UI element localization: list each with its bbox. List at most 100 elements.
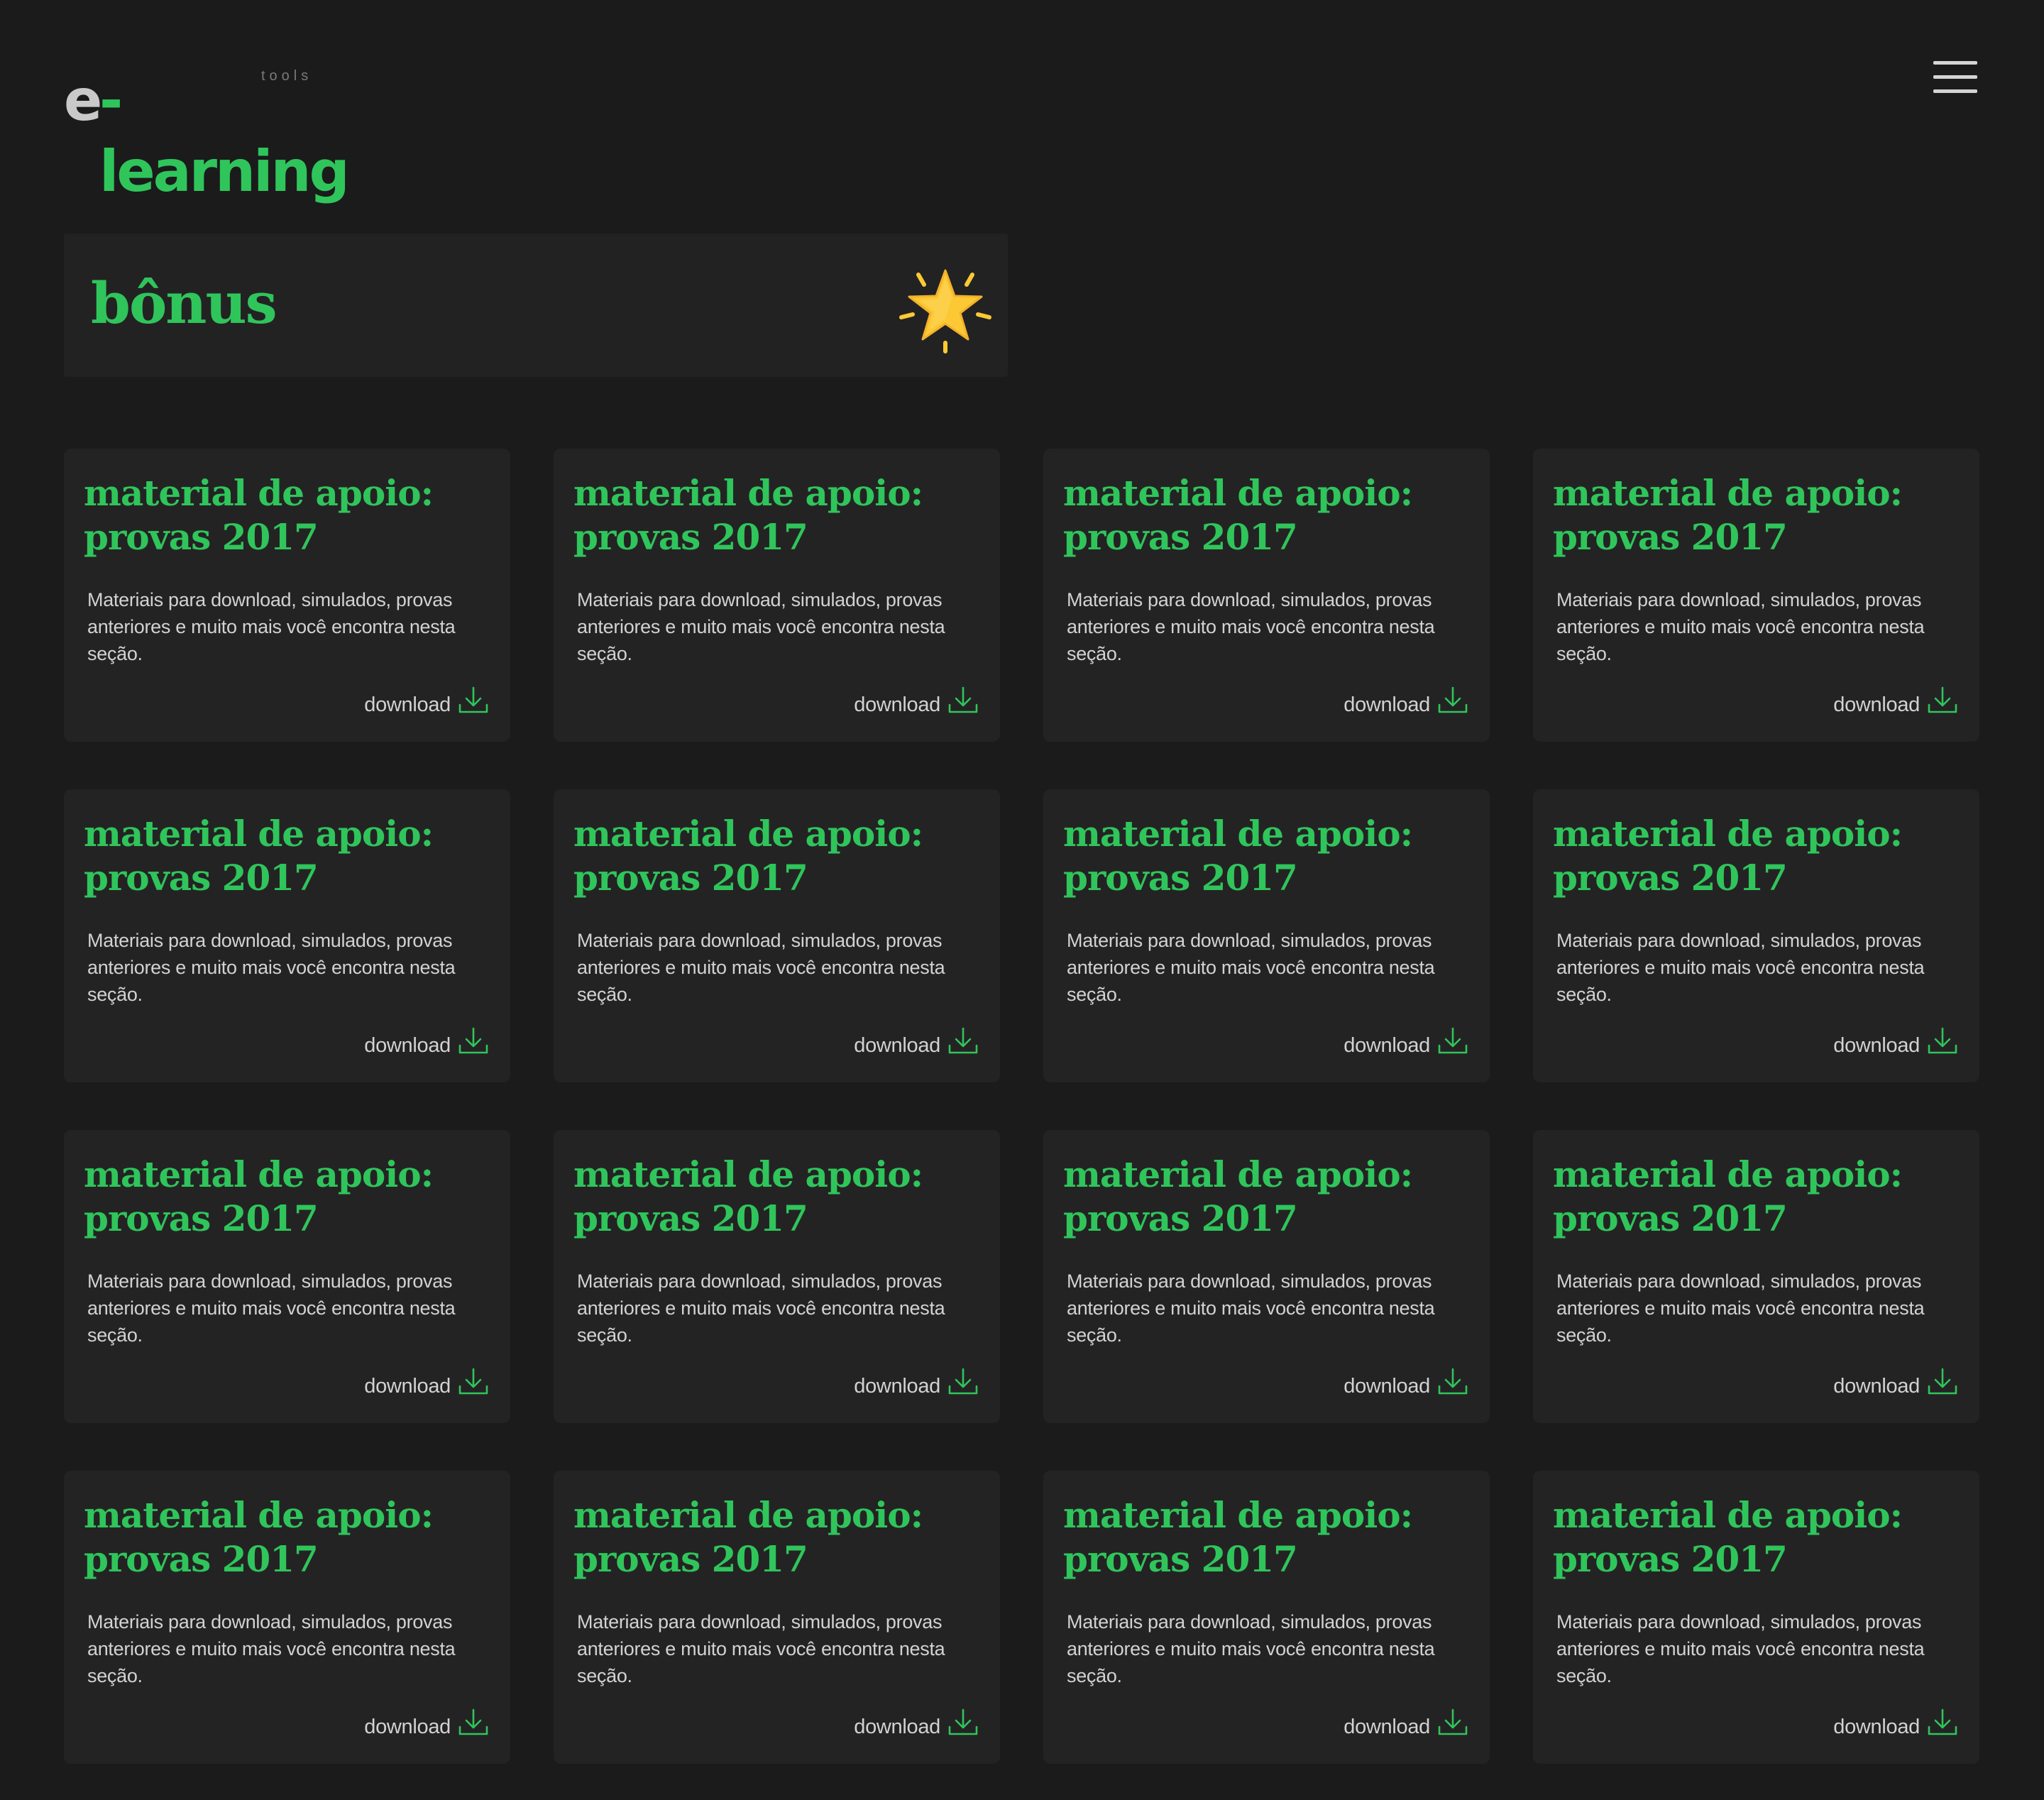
card-description: Materiais para download, simulados, prov… bbox=[1556, 1271, 1925, 1346]
card-title: material de apoio: provas 2017 bbox=[84, 813, 434, 899]
download-button[interactable]: download bbox=[854, 1708, 979, 1745]
download-label: download bbox=[364, 1033, 451, 1057]
card-description: Materiais para download, simulados, prov… bbox=[577, 589, 945, 664]
download-icon bbox=[458, 1708, 488, 1735]
download-label: download bbox=[1833, 693, 1920, 716]
material-card: material de apoio: provas 2017 Materiais… bbox=[64, 789, 510, 1082]
download-label: download bbox=[364, 693, 451, 716]
download-label: download bbox=[1833, 1374, 1920, 1398]
card-title: material de apoio: provas 2017 bbox=[1553, 813, 1903, 899]
download-button[interactable]: download bbox=[1833, 1708, 1958, 1745]
card-description: Materiais para download, simulados, prov… bbox=[1067, 589, 1435, 664]
download-button[interactable]: download bbox=[364, 686, 489, 723]
card-description: Materiais para download, simulados, prov… bbox=[1556, 930, 1925, 1005]
card-description: Materiais para download, simulados, prov… bbox=[577, 930, 945, 1005]
download-button[interactable]: download bbox=[1344, 1708, 1468, 1745]
download-label: download bbox=[1344, 1033, 1430, 1057]
download-button[interactable]: download bbox=[1344, 1368, 1468, 1404]
card-title: material de apoio: provas 2017 bbox=[1553, 1494, 1903, 1580]
download-label: download bbox=[364, 1374, 451, 1398]
card-description: Materiais para download, simulados, prov… bbox=[1067, 1611, 1435, 1686]
download-label: download bbox=[1833, 1715, 1920, 1738]
card-title: material de apoio: provas 2017 bbox=[1063, 813, 1413, 899]
download-icon bbox=[1438, 1708, 1468, 1735]
material-card: material de apoio: provas 2017 Materiais… bbox=[1043, 1471, 1490, 1764]
card-description: Materiais para download, simulados, prov… bbox=[87, 1611, 456, 1686]
download-icon bbox=[1438, 1368, 1468, 1395]
material-card: material de apoio: provas 2017 Materiais… bbox=[64, 1471, 510, 1764]
card-title: material de apoio: provas 2017 bbox=[573, 472, 923, 558]
card-description: Materiais para download, simulados, prov… bbox=[577, 1611, 945, 1686]
material-card: material de apoio: provas 2017 Materiais… bbox=[554, 789, 1000, 1082]
material-card: material de apoio: provas 2017 Materiais… bbox=[554, 449, 1000, 742]
material-card: material de apoio: provas 2017 Materiais… bbox=[1533, 449, 1979, 742]
material-card: material de apoio: provas 2017 Materiais… bbox=[1043, 1130, 1490, 1423]
material-card: material de apoio: provas 2017 Materiais… bbox=[554, 1130, 1000, 1423]
download-button[interactable]: download bbox=[854, 1027, 979, 1063]
card-title: material de apoio: provas 2017 bbox=[1553, 472, 1903, 558]
logo-tools: tools bbox=[261, 68, 313, 84]
download-icon bbox=[948, 1027, 978, 1054]
download-button[interactable]: download bbox=[364, 1708, 489, 1745]
download-icon bbox=[1928, 1027, 1957, 1054]
material-card: material de apoio: provas 2017 Materiais… bbox=[554, 1471, 1000, 1764]
site-logo[interactable]: e -learning tools bbox=[64, 65, 350, 204]
card-title: material de apoio: provas 2017 bbox=[573, 813, 923, 899]
card-description: Materiais para download, simulados, prov… bbox=[577, 1271, 945, 1346]
download-button[interactable]: download bbox=[1344, 686, 1468, 723]
download-label: download bbox=[854, 1715, 940, 1738]
download-label: download bbox=[1344, 693, 1430, 716]
card-title: material de apoio: provas 2017 bbox=[1063, 1153, 1413, 1239]
card-title: material de apoio: provas 2017 bbox=[573, 1153, 923, 1239]
card-description: Materiais para download, simulados, prov… bbox=[87, 930, 456, 1005]
hamburger-menu-icon[interactable] bbox=[1930, 61, 1980, 94]
download-button[interactable]: download bbox=[1344, 1027, 1468, 1063]
material-card: material de apoio: provas 2017 Materiais… bbox=[64, 1130, 510, 1423]
download-icon bbox=[1928, 1708, 1957, 1735]
download-icon bbox=[458, 1368, 488, 1395]
material-card: material de apoio: provas 2017 Materiais… bbox=[1533, 789, 1979, 1082]
card-description: Materiais para download, simulados, prov… bbox=[1556, 1611, 1925, 1686]
material-card: material de apoio: provas 2017 Materiais… bbox=[1533, 1130, 1979, 1423]
download-label: download bbox=[1344, 1715, 1430, 1738]
download-label: download bbox=[364, 1715, 451, 1738]
download-button[interactable]: download bbox=[364, 1027, 489, 1063]
card-title: material de apoio: provas 2017 bbox=[84, 1153, 434, 1239]
material-card: material de apoio: provas 2017 Materiais… bbox=[1533, 1471, 1979, 1764]
download-icon bbox=[1928, 686, 1957, 713]
download-label: download bbox=[854, 1374, 940, 1398]
material-card: material de apoio: provas 2017 Materiais… bbox=[1043, 789, 1490, 1082]
download-label: download bbox=[1344, 1374, 1430, 1398]
card-description: Materiais para download, simulados, prov… bbox=[1067, 1271, 1435, 1346]
download-button[interactable]: download bbox=[1833, 1368, 1958, 1404]
card-title: material de apoio: provas 2017 bbox=[1553, 1153, 1903, 1239]
download-icon bbox=[948, 686, 978, 713]
page-title: bônus bbox=[91, 270, 278, 336]
download-icon bbox=[458, 686, 488, 713]
download-button[interactable]: download bbox=[364, 1368, 489, 1404]
star-icon bbox=[899, 269, 991, 353]
download-button[interactable]: download bbox=[1833, 686, 1958, 723]
download-label: download bbox=[854, 693, 940, 716]
download-icon bbox=[1438, 686, 1468, 713]
card-description: Materiais para download, simulados, prov… bbox=[1556, 589, 1925, 664]
menu-bar bbox=[1933, 61, 1977, 65]
card-title: material de apoio: provas 2017 bbox=[84, 472, 434, 558]
download-icon bbox=[948, 1368, 978, 1395]
download-button[interactable]: download bbox=[854, 1368, 979, 1404]
download-label: download bbox=[1833, 1033, 1920, 1057]
card-description: Materiais para download, simulados, prov… bbox=[1067, 930, 1435, 1005]
card-title: material de apoio: provas 2017 bbox=[1063, 472, 1413, 558]
materials-grid: material de apoio: provas 2017 Materiais… bbox=[64, 449, 1980, 1764]
download-button[interactable]: download bbox=[1833, 1027, 1958, 1063]
download-icon bbox=[1438, 1027, 1468, 1054]
download-icon bbox=[948, 1708, 978, 1735]
download-icon bbox=[458, 1027, 488, 1054]
menu-bar bbox=[1933, 89, 1977, 93]
menu-bar bbox=[1933, 75, 1977, 79]
card-title: material de apoio: provas 2017 bbox=[84, 1494, 434, 1580]
download-button[interactable]: download bbox=[854, 686, 979, 723]
card-title: material de apoio: provas 2017 bbox=[1063, 1494, 1413, 1580]
material-card: material de apoio: provas 2017 Materiais… bbox=[64, 449, 510, 742]
logo-e: e bbox=[64, 67, 102, 133]
